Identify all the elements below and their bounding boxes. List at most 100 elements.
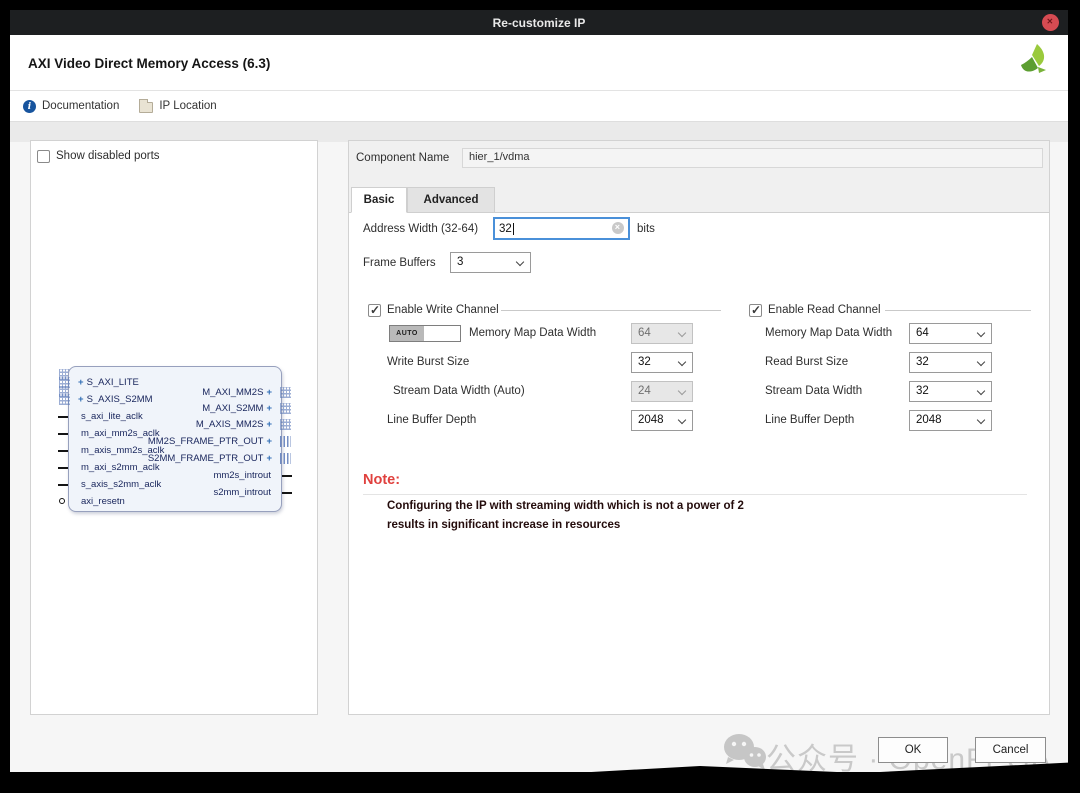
chevron-down-icon [977, 416, 985, 424]
bus-hatch-decoration [280, 403, 291, 414]
auto-toggle[interactable]: auto [389, 325, 461, 342]
pin-stub [282, 492, 292, 495]
group-divider [501, 310, 721, 311]
page-title: AXI Video Direct Memory Access (6.3) [28, 56, 270, 71]
write-line-buffer-depth-select[interactable]: 2048 [631, 410, 693, 431]
write-stream-data-width-label: Stream Data Width (Auto) [393, 385, 525, 397]
expand-plus-icon[interactable] [266, 403, 272, 414]
bus-hatch-decoration [59, 377, 70, 388]
ip-symbol-panel: Show disabled ports S_AXI_LITE S_AXIS_S2… [30, 140, 318, 715]
bus-hatch-decoration [280, 453, 291, 464]
pin-stub [58, 416, 68, 419]
expand-plus-icon[interactable] [78, 394, 84, 405]
chevron-down-icon [977, 329, 985, 337]
frame-buffers-select[interactable]: 3 [450, 252, 531, 273]
window-titlebar: Re-customize IP [10, 10, 1068, 35]
note-line-2: results in significant increase in resou… [387, 519, 620, 531]
read-mm-data-width-select[interactable]: 64 [909, 323, 992, 344]
port-s-axis-s2mm[interactable]: S_AXIS_S2MM [75, 392, 153, 407]
read-line-buffer-depth-label: Line Buffer Depth [765, 414, 854, 426]
expand-plus-icon[interactable] [266, 387, 272, 398]
chevron-down-icon [678, 387, 686, 395]
close-icon[interactable] [1042, 14, 1059, 31]
chevron-down-icon [678, 416, 686, 424]
write-stream-data-width-select[interactable]: 24 [631, 381, 693, 402]
note-title: Note: [363, 472, 400, 488]
show-disabled-ports-label: Show disabled ports [56, 150, 160, 162]
pin-stub [58, 484, 68, 487]
ip-location-label: IP Location [159, 100, 216, 112]
bus-hatch-decoration [280, 387, 291, 398]
pin-stub [58, 467, 68, 470]
tab-advanced[interactable]: Advanced [407, 187, 495, 213]
tab-basic[interactable]: Basic [351, 187, 407, 213]
port-s2mm-frame-ptr-out[interactable]: S2MM_FRAME_PTR_OUT [148, 451, 275, 466]
chevron-down-icon [977, 358, 985, 366]
folder-icon [139, 102, 153, 113]
port-s-axi-lite[interactable]: S_AXI_LITE [75, 375, 139, 390]
read-burst-size-label: Read Burst Size [765, 356, 848, 368]
port-s2mm-introut[interactable]: s2mm_introut [213, 485, 275, 500]
expand-plus-icon[interactable] [78, 377, 84, 388]
enable-write-channel-label: Enable Write Channel [387, 304, 499, 316]
enable-write-channel-checkbox[interactable] [368, 304, 381, 317]
group-divider [885, 310, 1031, 311]
bottom-black-edge [0, 758, 1080, 793]
documentation-label: Documentation [42, 100, 119, 112]
component-name-field[interactable]: hier_1/vdma [462, 148, 1043, 168]
write-burst-size-select[interactable]: 32 [631, 352, 693, 373]
xilinx-logo-icon [1016, 43, 1052, 83]
recustomize-ip-dialog: Re-customize IP AXI Video Direct Memory … [10, 10, 1068, 772]
port-m-axis-mm2s[interactable]: M_AXIS_MM2S [196, 417, 275, 432]
expand-plus-icon[interactable] [266, 419, 272, 430]
write-line-buffer-depth-label: Line Buffer Depth [387, 414, 476, 426]
content-top-band [10, 122, 1068, 142]
address-width-input[interactable]: 32 [493, 217, 630, 240]
read-stream-data-width-select[interactable]: 32 [909, 381, 992, 402]
pin-stub [58, 433, 68, 436]
read-mm-data-width-label: Memory Map Data Width [765, 327, 892, 339]
port-mm2s-frame-ptr-out[interactable]: MM2S_FRAME_PTR_OUT [148, 434, 275, 449]
clear-icon[interactable] [612, 222, 624, 234]
read-burst-size-select[interactable]: 32 [909, 352, 992, 373]
bus-hatch-decoration [280, 419, 291, 430]
info-icon [23, 100, 36, 113]
bits-suffix-label: bits [637, 223, 655, 235]
pin-stub [58, 450, 68, 453]
port-mm2s-introut[interactable]: mm2s_introut [213, 468, 275, 483]
bus-hatch-decoration [59, 394, 70, 405]
note-divider [363, 494, 1027, 495]
chevron-down-icon [678, 358, 686, 366]
write-mm-data-width-label: Memory Map Data Width [469, 327, 596, 339]
auto-toggle-label: auto [390, 326, 424, 341]
documentation-button[interactable]: Documentation [23, 100, 119, 113]
write-mm-data-width-select[interactable]: 64 [631, 323, 693, 344]
enable-read-channel-label: Enable Read Channel [768, 304, 881, 316]
ip-block-symbol: S_AXI_LITE S_AXIS_S2MM s_axi_lite_aclk m… [68, 366, 282, 512]
ip-location-button[interactable]: IP Location [139, 100, 216, 113]
port-s-axi-lite-aclk[interactable]: s_axi_lite_aclk [75, 409, 143, 424]
window-title: Re-customize IP [493, 16, 586, 30]
enable-read-channel-checkbox[interactable] [749, 304, 762, 317]
reset-pin-icon [59, 498, 65, 504]
configuration-panel: Component Name hier_1/vdma Basic Advance… [348, 140, 1050, 715]
text-caret [513, 223, 514, 235]
bus-hatch-decoration [280, 436, 291, 447]
read-stream-data-width-label: Stream Data Width [765, 385, 862, 397]
expand-plus-icon[interactable] [266, 436, 272, 447]
read-line-buffer-depth-select[interactable]: 2048 [909, 410, 992, 431]
show-disabled-ports-checkbox[interactable] [37, 150, 50, 163]
port-axi-resetn[interactable]: axi_resetn [75, 494, 125, 509]
expand-plus-icon[interactable] [266, 453, 272, 464]
frame-buffers-label: Frame Buffers [363, 257, 436, 269]
toolbar: Documentation IP Location [10, 91, 1068, 122]
port-m-axi-mm2s[interactable]: M_AXI_MM2S [202, 385, 275, 400]
chevron-down-icon [977, 387, 985, 395]
chevron-down-icon [678, 329, 686, 337]
port-m-axi-s2mm[interactable]: M_AXI_S2MM [202, 401, 275, 416]
address-width-label: Address Width (32-64) [363, 223, 478, 235]
port-s-axis-s2mm-aclk[interactable]: s_axis_s2mm_aclk [75, 477, 161, 492]
dialog-header: AXI Video Direct Memory Access (6.3) [10, 35, 1068, 91]
write-burst-size-label: Write Burst Size [387, 356, 469, 368]
pin-stub [282, 475, 292, 478]
